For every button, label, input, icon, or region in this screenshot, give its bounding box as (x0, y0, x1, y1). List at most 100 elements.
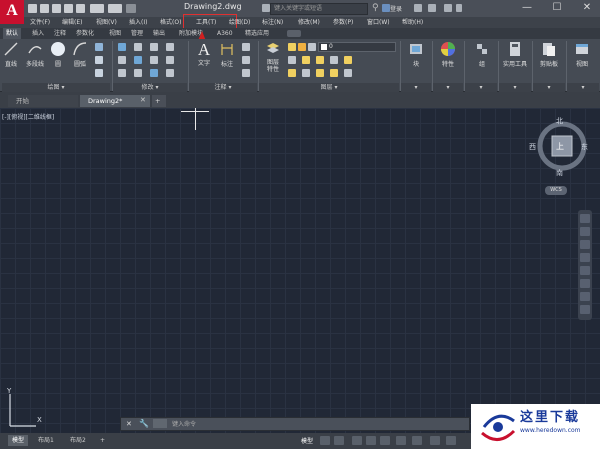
search-arrow-icon[interactable] (262, 4, 270, 12)
menu-draw[interactable]: 绘图(D) (229, 17, 250, 28)
circle-tool[interactable]: 圆 (48, 41, 68, 71)
user-icon[interactable] (382, 4, 390, 12)
block-tool[interactable]: 块 (402, 41, 430, 71)
hatch-icon[interactable] (95, 56, 103, 64)
stretch-icon[interactable] (118, 69, 126, 77)
view-tool[interactable]: 视图 (568, 41, 596, 71)
dimension-tool[interactable]: 标注 (216, 41, 238, 71)
menu-view[interactable]: 视图(V) (96, 17, 117, 28)
properties-panel-footer[interactable]: ▾ (433, 83, 463, 92)
object-snap-icon[interactable] (396, 436, 406, 445)
menu-dimension[interactable]: 标注(N) (262, 17, 283, 28)
draw-panel-title[interactable]: 绘图 ▾ (2, 83, 110, 92)
nav-tool-icon[interactable] (580, 279, 590, 288)
layer-properties-tool[interactable]: 图层 特性 (262, 41, 284, 73)
model-space-label[interactable]: 模型 (301, 436, 313, 445)
open-file-icon[interactable] (40, 4, 49, 13)
block-panel-footer[interactable]: ▾ (401, 83, 431, 92)
layer-tool-icon[interactable] (330, 56, 338, 64)
trim-icon[interactable] (150, 43, 158, 51)
maximize-button[interactable]: ☐ (546, 1, 568, 15)
menu-parametric[interactable]: 参数(P) (333, 17, 353, 28)
text-tool[interactable]: A 文字 (193, 41, 215, 71)
search-input[interactable]: 键入关键字或短语 (270, 3, 368, 15)
clipboard-panel-footer[interactable]: ▾ (533, 83, 565, 92)
tab-featured-apps[interactable]: 精选应用 (242, 28, 272, 39)
save-icon[interactable] (52, 4, 61, 13)
add-tab-button[interactable]: + (152, 95, 166, 107)
offset-icon[interactable] (166, 69, 174, 77)
layer-dropdown[interactable]: 0 (318, 42, 396, 52)
copy-icon[interactable] (118, 56, 126, 64)
utilities-tool[interactable]: 实用工具 (500, 41, 530, 71)
close-command-icon[interactable]: ✕ (126, 420, 132, 428)
table-icon[interactable] (242, 69, 250, 77)
isodraft-icon[interactable] (380, 436, 390, 445)
workspace-dropdown-icon[interactable] (126, 4, 136, 13)
tab-parametric[interactable]: 参数化 (73, 28, 97, 39)
view-panel-footer[interactable]: ▾ (567, 83, 599, 92)
menu-format[interactable]: 格式(O) (160, 17, 181, 28)
new-file-icon[interactable] (28, 4, 37, 13)
object-snap-tracking-icon[interactable] (412, 436, 422, 445)
tab-model[interactable]: 模型 (8, 435, 29, 446)
layer-tool-icon[interactable] (302, 56, 310, 64)
viewcube-east[interactable]: 东 (581, 142, 588, 152)
layer-tool-icon[interactable] (316, 56, 324, 64)
minimize-button[interactable]: — (516, 1, 538, 15)
menu-edit[interactable]: 编辑(E) (62, 17, 82, 28)
tab-annotate[interactable]: 注释 (51, 28, 69, 39)
grid-icon[interactable] (320, 436, 330, 445)
ribbon-toggle-icon[interactable] (287, 30, 301, 37)
close-button[interactable]: ✕ (576, 1, 598, 15)
viewcube-north[interactable]: 北 (556, 116, 563, 126)
layer-tool-icon[interactable] (316, 69, 324, 77)
login-label[interactable]: 登录 (390, 4, 402, 13)
arc-tool[interactable]: 圆弧 (70, 41, 90, 71)
help-dropdown-icon[interactable] (456, 4, 462, 12)
layer-tool-icon[interactable] (302, 69, 310, 77)
tab-default[interactable]: 默认 (3, 28, 22, 39)
transparency-icon[interactable] (446, 436, 456, 445)
layer-tool-icon[interactable] (288, 56, 296, 64)
mirror-icon[interactable] (134, 56, 142, 64)
steering-wheel-icon[interactable] (580, 214, 590, 223)
annotation-panel-title[interactable]: 注释 ▾ (189, 83, 257, 92)
line-tool[interactable]: 直线 (2, 41, 20, 71)
wrench-icon[interactable]: 🔧 (139, 419, 149, 428)
rotate-icon[interactable] (134, 43, 142, 51)
layer-tool-icon[interactable] (344, 69, 352, 77)
leader-icon[interactable] (242, 56, 250, 64)
tab-insert[interactable]: 插入 (29, 28, 47, 39)
menu-file[interactable]: 文件(F) (30, 17, 50, 28)
menu-help[interactable]: 帮助(H) (402, 17, 423, 28)
move-icon[interactable] (118, 43, 126, 51)
tab-layout1[interactable]: 布局1 (34, 435, 58, 446)
menu-insert[interactable]: 插入(I) (129, 17, 147, 28)
save-as-icon[interactable] (64, 4, 73, 13)
scale-icon[interactable] (134, 69, 142, 77)
redo-icon[interactable] (108, 4, 122, 13)
polyline-tool[interactable]: 多段线 (22, 41, 48, 71)
close-tab-icon[interactable]: ✕ (140, 96, 146, 104)
command-input[interactable]: 键入命令 (172, 419, 196, 428)
layer-tool-icon[interactable] (344, 56, 352, 64)
explode-icon[interactable] (166, 56, 174, 64)
zoom-extents-icon[interactable] (580, 240, 590, 249)
nav-tool-icon[interactable] (580, 305, 590, 314)
snap-icon[interactable] (334, 436, 344, 445)
a360-icon[interactable] (428, 4, 436, 12)
properties-tool[interactable]: 特性 (434, 41, 462, 71)
viewcube-west[interactable]: 西 (529, 142, 536, 152)
tab-view[interactable]: 视图 (106, 28, 124, 39)
pan-icon[interactable] (580, 227, 590, 236)
array-icon[interactable] (150, 69, 158, 77)
ortho-icon[interactable] (352, 436, 362, 445)
nav-tool-icon[interactable] (580, 292, 590, 301)
tab-start[interactable]: 开始 (8, 95, 78, 107)
viewport-controls-label[interactable]: [-][俯视][二维线框] (2, 112, 54, 121)
exchange-icon[interactable] (414, 4, 422, 12)
command-prompt-icon[interactable] (153, 419, 167, 428)
menu-modify[interactable]: 修改(M) (298, 17, 320, 28)
drawing-canvas[interactable] (0, 108, 600, 433)
